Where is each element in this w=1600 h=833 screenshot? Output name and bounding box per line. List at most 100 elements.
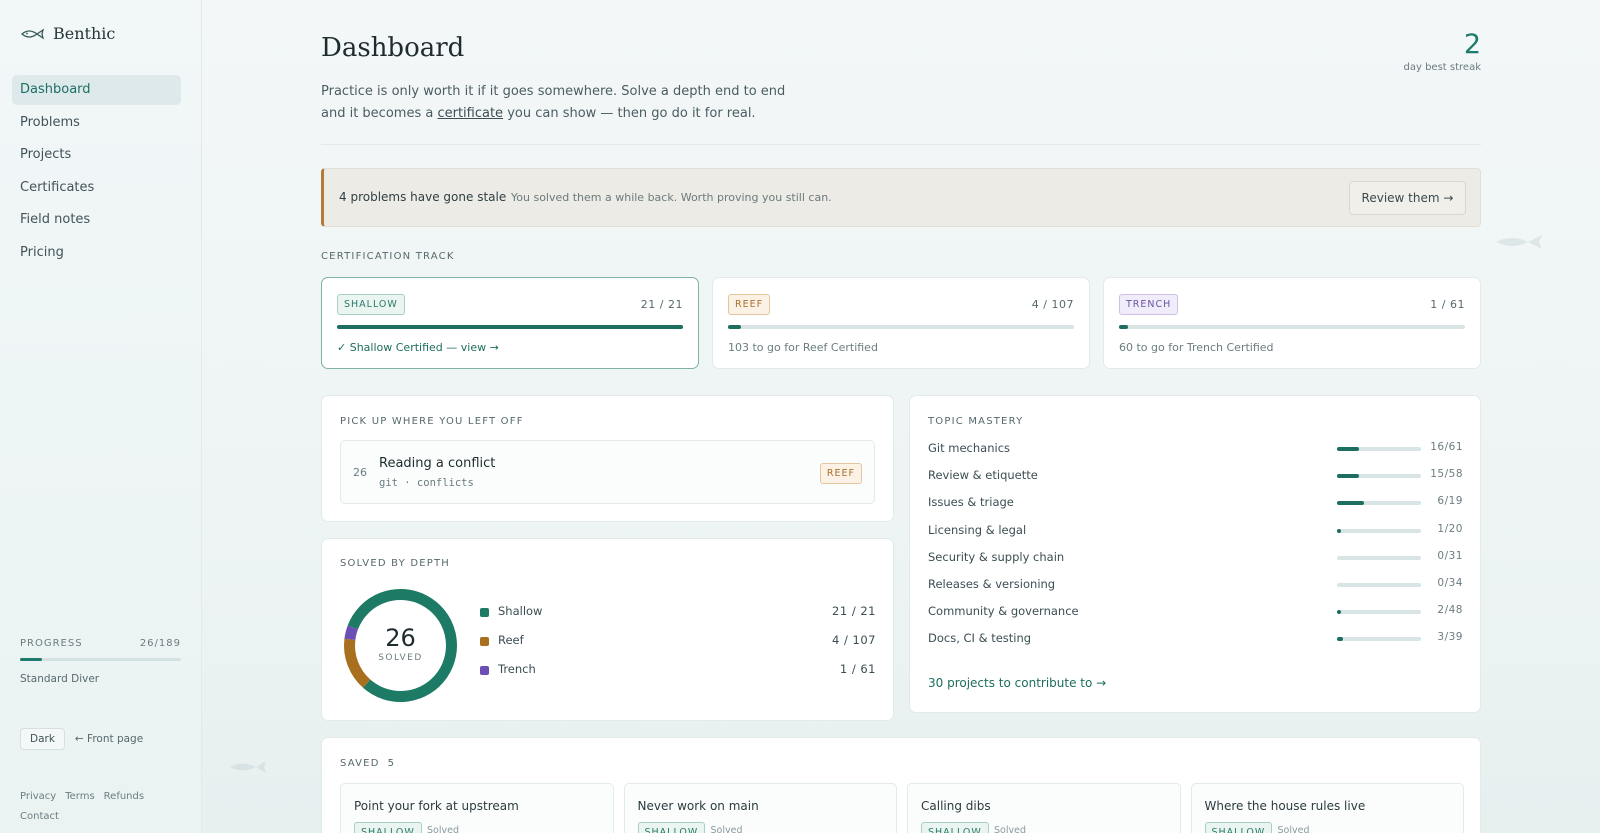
saved-label: SAVED 5 bbox=[340, 758, 395, 769]
depth-chip-reef: REEF bbox=[819, 463, 862, 484]
topic-bar bbox=[1337, 582, 1421, 587]
cert-card-reef[interactable]: REEF 4 / 107 103 to go for Reef Certifie… bbox=[712, 277, 1090, 369]
depth-chip-shallow: SHALLOW bbox=[354, 822, 422, 833]
topic-name: Issues & triage bbox=[928, 495, 1014, 510]
pickup-problem[interactable]: 26 Reading a conflict git · conflicts RE… bbox=[340, 440, 875, 504]
solved-total-label: SOLVED bbox=[378, 653, 423, 663]
progress-value: 26/189 bbox=[139, 638, 181, 649]
topic-bar-fill bbox=[1337, 610, 1341, 615]
fish-decoration-icon bbox=[230, 761, 266, 773]
cert-card-trench[interactable]: TRENCH 1 / 61 60 to go for Trench Certif… bbox=[1103, 277, 1481, 369]
cert-progress-bar bbox=[1119, 325, 1465, 329]
topic-bar bbox=[1337, 555, 1421, 560]
sidebar-item-certificates[interactable]: Certificates bbox=[12, 173, 181, 203]
refunds-link[interactable]: Refunds bbox=[104, 791, 144, 802]
problem-tags: git · conflicts bbox=[379, 477, 474, 489]
pickup-card: PICK UP WHERE YOU LEFT OFF 26 Reading a … bbox=[321, 395, 894, 522]
topic-value: 2/48 bbox=[1437, 604, 1463, 617]
saved-problem-status: Solved bbox=[427, 825, 459, 833]
contact-link[interactable]: Contact bbox=[20, 811, 59, 822]
solved-by-depth-card: SOLVED BY DEPTH 26 SOLVED Shallow 21 / 2… bbox=[321, 538, 894, 721]
topic-bar bbox=[1337, 637, 1421, 642]
topic-row[interactable]: Security & supply chain 0/31 bbox=[928, 550, 1463, 577]
topic-name: Licensing & legal bbox=[928, 522, 1027, 537]
cert-card-shallow[interactable]: SHALLOW 21 / 21 ✓ Shallow Certified — vi… bbox=[321, 277, 699, 369]
saved-problem-title: Where the house rules live bbox=[1204, 799, 1366, 813]
saved-title: SAVED bbox=[340, 758, 380, 769]
streak: 2 day best streak bbox=[1404, 28, 1481, 73]
topic-name: Community & governance bbox=[928, 604, 1079, 619]
topic-value: 1/20 bbox=[1437, 522, 1463, 535]
legend-value: 21 / 21 bbox=[832, 604, 876, 618]
legend-value: 4 / 107 bbox=[832, 633, 876, 647]
review-them-button[interactable]: Review them → bbox=[1349, 181, 1466, 215]
saved-problem-card[interactable]: Calling dibs SHALLOW Solved bbox=[907, 783, 1181, 833]
saved-problem-title: Never work on main bbox=[637, 799, 759, 813]
legend-name: Shallow bbox=[498, 604, 543, 618]
progress-label: PROGRESS bbox=[20, 638, 83, 649]
cert-note: 60 to go for Trench Certified bbox=[1119, 341, 1274, 354]
topic-bar bbox=[1337, 447, 1421, 451]
dark-mode-button[interactable]: Dark bbox=[20, 728, 65, 750]
topic-value: 0/31 bbox=[1437, 549, 1463, 562]
solved-legend: Shallow 21 / 21 Reef 4 / 107 Trench 1 / … bbox=[480, 604, 876, 691]
privacy-link[interactable]: Privacy bbox=[20, 791, 56, 802]
brand[interactable]: Benthic bbox=[21, 24, 115, 43]
footer-links: Privacy Terms Refunds Contact bbox=[20, 787, 170, 827]
topic-list: Git mechanics 16/61 Review & etiquette 15/… bbox=[928, 441, 1463, 659]
intro-text: Practice is only worth it if it goes som… bbox=[321, 81, 801, 125]
saved-problem-card[interactable]: Never work on main SHALLOW Solved bbox=[623, 783, 897, 833]
topic-bar bbox=[1337, 501, 1421, 506]
terms-link[interactable]: Terms bbox=[65, 791, 94, 802]
topic-row[interactable]: Review & etiquette 15/58 bbox=[928, 468, 1463, 495]
solved-label: SOLVED BY DEPTH bbox=[340, 558, 451, 569]
front-page-link[interactable]: ← Front page bbox=[75, 733, 143, 745]
saved-problem-card[interactable]: Where the house rules live SHALLOW Solved bbox=[1190, 783, 1464, 833]
topic-row[interactable]: Licensing & legal 1/20 bbox=[928, 523, 1463, 550]
topic-mastery-card: TOPIC MASTERY Git mechanics 16/61 Review … bbox=[909, 395, 1481, 713]
saved-problem-status: Solved bbox=[710, 825, 743, 833]
topic-row[interactable]: Git mechanics 16/61 bbox=[928, 441, 1463, 468]
stale-title: 4 problems have gone stale bbox=[339, 190, 507, 204]
projects-to-contribute-link[interactable]: 30 projects to contribute to → bbox=[928, 676, 1106, 690]
saved-count: 5 bbox=[387, 758, 396, 769]
depth-chip-shallow: SHALLOW bbox=[1204, 822, 1273, 833]
fish-decoration-icon bbox=[1496, 235, 1542, 249]
topic-mastery-label: TOPIC MASTERY bbox=[928, 416, 1024, 427]
cert-view-link[interactable]: ✓ Shallow Certified — view → bbox=[337, 341, 499, 354]
legend-dot bbox=[480, 637, 489, 646]
sidebar-item-dashboard[interactable]: Dashboard bbox=[12, 75, 181, 105]
solved-total: 26 bbox=[385, 624, 416, 652]
sidebar-item-pricing[interactable]: Pricing bbox=[12, 238, 181, 268]
cert-progress-fill bbox=[728, 325, 741, 329]
streak-value: 2 bbox=[1463, 29, 1481, 60]
certificate-link[interactable]: certificate bbox=[437, 106, 503, 121]
topic-name: Docs, CI & testing bbox=[928, 631, 1032, 646]
sidebar-item-field-notes[interactable]: Field notes bbox=[12, 205, 181, 235]
topic-name: Releases & versioning bbox=[928, 576, 1056, 591]
topic-row[interactable]: Community & governance 2/48 bbox=[928, 604, 1463, 631]
fish-logo-icon bbox=[21, 28, 45, 39]
legend-row-reef: Reef 4 / 107 bbox=[480, 633, 876, 662]
page-title: Dashboard bbox=[321, 33, 465, 63]
sidebar-nav: Dashboard Problems Projects Certificates… bbox=[12, 75, 181, 270]
saved-problem-card[interactable]: Point your fork at upstream SHALLOW Solved bbox=[340, 783, 614, 833]
legend-value: 1 / 61 bbox=[839, 662, 876, 676]
topic-bar bbox=[1337, 528, 1421, 533]
topic-value: 3/39 bbox=[1437, 631, 1463, 644]
depth-chip-reef: REEF bbox=[728, 294, 771, 315]
legend-row-shallow: Shallow 21 / 21 bbox=[480, 604, 876, 633]
depth-chip-shallow: SHALLOW bbox=[337, 294, 405, 315]
sidebar-item-projects[interactable]: Projects bbox=[12, 140, 181, 170]
topic-row[interactable]: Issues & triage 6/19 bbox=[928, 495, 1463, 522]
side-actions: Dark ← Front page bbox=[20, 728, 143, 750]
topic-value: 0/34 bbox=[1437, 576, 1463, 589]
topic-bar-fill bbox=[1337, 637, 1344, 642]
cert-count: 21 / 21 bbox=[640, 298, 683, 311]
pickup-label: PICK UP WHERE YOU LEFT OFF bbox=[340, 416, 524, 427]
topic-row[interactable]: Releases & versioning 0/34 bbox=[928, 577, 1463, 604]
brand-name: Benthic bbox=[53, 24, 116, 43]
topic-row[interactable]: Docs, CI & testing 3/39 bbox=[928, 631, 1463, 658]
sidebar-item-problems[interactable]: Problems bbox=[12, 108, 181, 138]
saved-problem-title: Point your fork at upstream bbox=[354, 799, 519, 813]
